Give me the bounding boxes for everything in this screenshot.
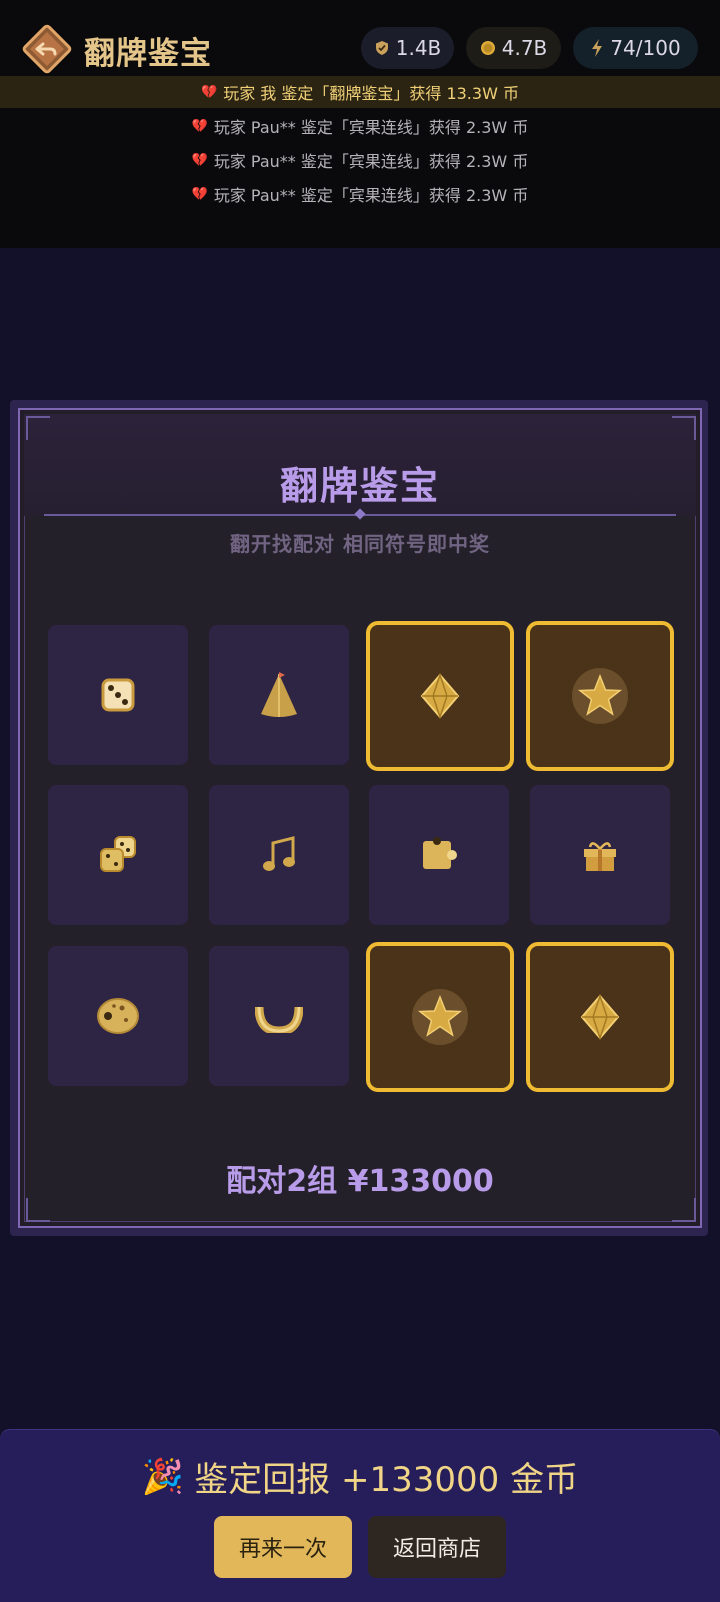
board-subtitle: 翻开找配对 相同符号即中奖 bbox=[230, 532, 490, 556]
feed-item-text: 玩家 Pau** 鉴定「宾果连线」获得 2.3W 币 bbox=[213, 152, 529, 171]
card-cone[interactable] bbox=[209, 625, 349, 765]
page-title: 翻牌鉴宝 bbox=[84, 36, 212, 72]
feed-item-text: 玩家 Pau** 鉴定「宾果连线」获得 2.3W 币 bbox=[213, 118, 529, 137]
diamond-icon bbox=[580, 994, 620, 1040]
gift-icon bbox=[584, 842, 616, 871]
play-again-button[interactable]: 再来一次 bbox=[214, 1516, 352, 1578]
card-gift[interactable] bbox=[530, 785, 670, 925]
reward-text: 鉴定回报 +133000 金币 bbox=[194, 1460, 579, 1500]
reward-summary: 🎉 鉴定回报 +133000 金币 bbox=[0, 1452, 720, 1501]
corner-ornament bbox=[26, 416, 50, 440]
energy-balance: 74/100 bbox=[573, 27, 698, 69]
card-star-matched[interactable] bbox=[366, 942, 514, 1092]
card-diamond-matched[interactable] bbox=[366, 621, 514, 771]
card-star-matched[interactable] bbox=[526, 621, 674, 771]
card-double-dice[interactable] bbox=[48, 785, 188, 925]
energy-balance-value: 74/100 bbox=[610, 36, 681, 60]
diamond-icon bbox=[420, 673, 460, 719]
card-cookie[interactable] bbox=[48, 946, 188, 1086]
ticker-text: 玩家 我 鉴定「翻牌鉴宝」获得 13.3W 币 bbox=[223, 84, 519, 103]
feed-item: 💔 玩家 Pau** 鉴定「宾果连线」获得 2.3W 币 bbox=[0, 111, 720, 141]
winner-ticker-highlight: 💔 玩家 我 鉴定「翻牌鉴宝」获得 13.3W 币 bbox=[0, 76, 720, 108]
broken-heart-icon: 💔 bbox=[191, 118, 208, 134]
broken-heart-icon: 💔 bbox=[201, 84, 218, 100]
match-result: 配对2组 ¥133000 bbox=[226, 1164, 494, 1199]
corner-ornament bbox=[26, 1198, 50, 1222]
card-dice[interactable] bbox=[48, 625, 188, 765]
dice-icon bbox=[101, 678, 135, 712]
card-music-note[interactable] bbox=[209, 785, 349, 925]
board-title: 翻牌鉴宝 bbox=[279, 464, 440, 508]
card-horseshoe[interactable] bbox=[209, 946, 349, 1086]
back-button[interactable] bbox=[22, 24, 72, 74]
back-arrow-icon bbox=[22, 24, 72, 74]
gem-balance-value: 1.4B bbox=[395, 36, 442, 60]
horseshoe-icon bbox=[255, 1006, 303, 1033]
shield-coin-icon bbox=[375, 41, 388, 55]
corner-ornament bbox=[672, 416, 696, 440]
return-to-shop-button[interactable]: 返回商店 bbox=[368, 1516, 506, 1578]
cookie-icon bbox=[97, 998, 139, 1034]
feed-item: 💔 玩家 Pau** 鉴定「宾果连线」获得 2.3W 币 bbox=[0, 179, 720, 209]
double-dice-icon bbox=[100, 836, 136, 872]
feed-item: 💔 玩家 Pau** 鉴定「宾果连线」获得 2.3W 币 bbox=[0, 145, 720, 175]
gold-coin-icon bbox=[480, 41, 495, 55]
corner-ornament bbox=[672, 1198, 696, 1222]
lightning-icon bbox=[592, 39, 603, 57]
card-diamond-matched[interactable] bbox=[526, 942, 674, 1092]
star-icon bbox=[572, 668, 628, 724]
card-puzzle-piece[interactable] bbox=[369, 785, 509, 925]
broken-heart-icon: 💔 bbox=[191, 152, 208, 168]
cone-icon bbox=[261, 672, 297, 717]
party-popper-icon: 🎉 bbox=[141, 1456, 185, 1497]
music-note-icon bbox=[263, 836, 295, 871]
coin-balance-value: 4.7B bbox=[501, 36, 548, 60]
broken-heart-icon: 💔 bbox=[191, 186, 208, 202]
gem-balance: 1.4B bbox=[361, 27, 454, 69]
feed-item-text: 玩家 Pau** 鉴定「宾果连线」获得 2.3W 币 bbox=[213, 186, 529, 205]
coin-balance: 4.7B bbox=[466, 27, 561, 69]
star-icon bbox=[412, 989, 468, 1045]
puzzle-piece-icon bbox=[423, 837, 457, 869]
